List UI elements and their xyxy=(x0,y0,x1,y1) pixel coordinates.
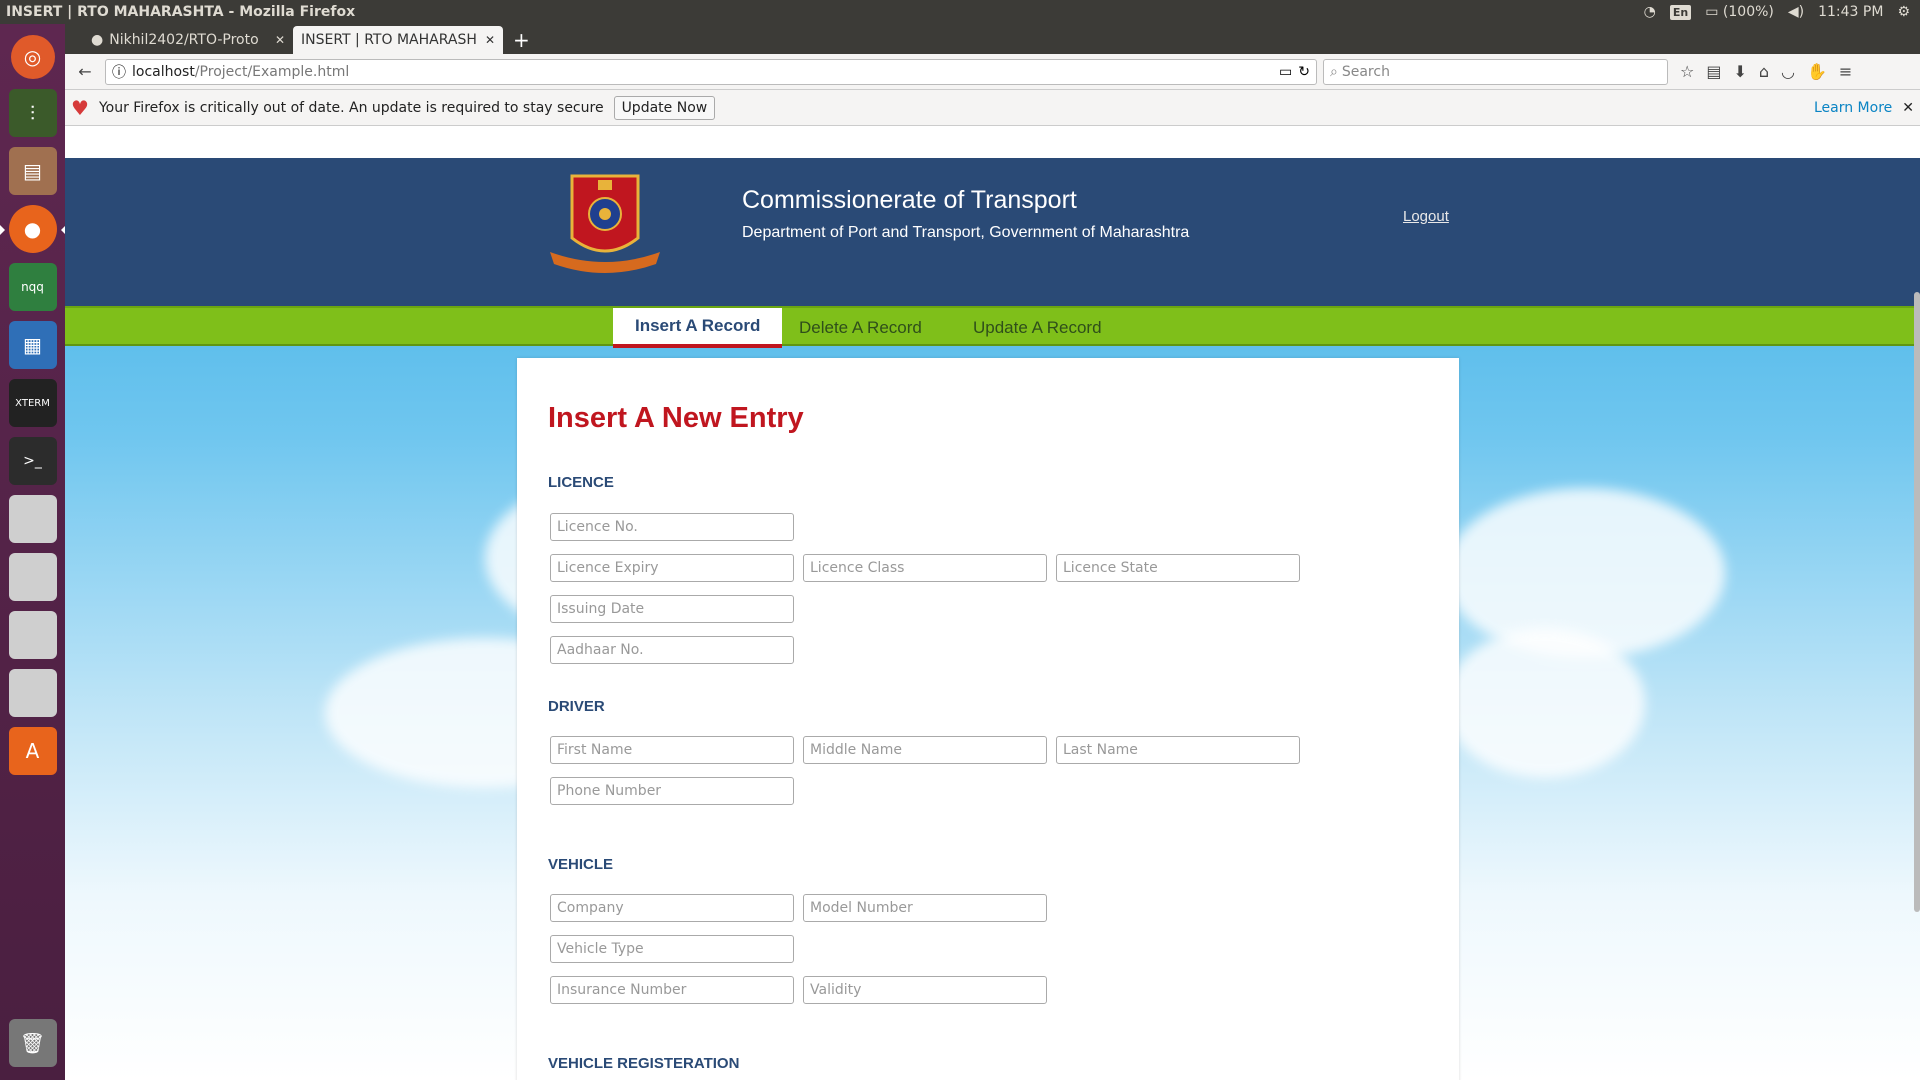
licence-class-input[interactable] xyxy=(803,554,1047,582)
bookmark-star-icon[interactable]: ☆ xyxy=(1680,62,1694,81)
drive-icon[interactable] xyxy=(8,495,57,543)
drive-icon[interactable] xyxy=(8,553,57,601)
toolbar-icons: ☆ ▤ ⬇ ⌂ ◡ ✋ ≡ xyxy=(1680,62,1852,81)
nav-toolbar: ← ⓘ localhost/Project/Example.html ▭ ↻ ⌕… xyxy=(65,54,1920,90)
section-driver: DRIVER xyxy=(548,698,605,715)
site-title: Commissionerate of Transport xyxy=(742,186,1077,214)
launcher: ◎ ⫶ ▤ ● nqq ▦ XTERM >_ A 🗑 xyxy=(0,24,66,1080)
site-nav: Insert A Record Delete A Record Update A… xyxy=(65,306,1920,348)
drive-icon[interactable] xyxy=(8,669,57,717)
issuing-date-input[interactable] xyxy=(550,595,794,623)
nav-delete-record[interactable]: Delete A Record xyxy=(777,308,944,348)
licence-expiry-input[interactable] xyxy=(550,554,794,582)
drive-icon[interactable] xyxy=(8,611,57,659)
back-arrow-icon[interactable]: ← xyxy=(71,58,99,86)
section-vehicle-registration: VEHICLE REGISTERATION xyxy=(548,1055,740,1072)
close-tab-icon[interactable]: ✕ xyxy=(275,33,285,47)
url-path: /Project/Example.html xyxy=(194,63,350,80)
nav-insert-record[interactable]: Insert A Record xyxy=(613,308,783,348)
heart-icon: ♥ xyxy=(71,95,89,120)
reader-view-icon[interactable]: ▭ xyxy=(1279,64,1292,80)
learn-more-link[interactable]: Learn More xyxy=(1814,100,1892,116)
form-title: Insert A New Entry xyxy=(548,402,804,434)
trash-icon[interactable]: 🗑 xyxy=(8,1019,57,1067)
validity-input[interactable] xyxy=(803,976,1047,1004)
page-viewport: Commissionerate of Transport Department … xyxy=(65,158,1920,1080)
new-tab-button[interactable]: + xyxy=(503,26,540,54)
search-placeholder: Search xyxy=(1341,63,1390,80)
url-host: localhost xyxy=(132,63,195,80)
search-box[interactable]: ⌕ Search xyxy=(1323,58,1668,85)
insurance-number-input[interactable] xyxy=(550,976,794,1004)
close-tab-icon[interactable]: ✕ xyxy=(485,33,495,47)
company-input[interactable] xyxy=(550,894,794,922)
ubuntu-dash-icon[interactable]: ◎ xyxy=(10,35,55,79)
library-icon[interactable]: ▤ xyxy=(1706,62,1721,81)
xterm-app-icon[interactable]: XTERM xyxy=(8,379,57,427)
home-icon[interactable]: ⌂ xyxy=(1759,62,1769,81)
writer-app-icon[interactable]: ▦ xyxy=(8,321,57,369)
url-bar[interactable]: ⓘ localhost/Project/Example.html ▭ ↻ xyxy=(105,58,1317,85)
tab-label: Nikhil2402/RTO-Proto xyxy=(109,32,259,48)
section-licence: LICENCE xyxy=(548,474,614,491)
licence-state-input[interactable] xyxy=(1056,554,1300,582)
update-notification-bar: ♥ Your Firefox is critically out of date… xyxy=(65,90,1920,126)
firefox-app-icon[interactable]: ● xyxy=(0,205,66,253)
site-header: Commissionerate of Transport Department … xyxy=(65,158,1920,306)
section-vehicle: VEHICLE xyxy=(548,856,614,873)
phone-number-input[interactable] xyxy=(550,777,794,805)
wifi-icon[interactable]: ◔ xyxy=(1644,4,1656,20)
settings-gear-icon[interactable]: ⚙ xyxy=(1897,4,1910,20)
extension-icon[interactable]: ✋ xyxy=(1807,62,1827,81)
tab-github[interactable]: ● Nikhil2402/RTO-Proto ✕ xyxy=(83,26,293,54)
vehicle-type-input[interactable] xyxy=(550,935,794,963)
first-name-input[interactable] xyxy=(550,736,794,764)
tab-label: INSERT | RTO MAHARASH xyxy=(301,32,477,48)
system-top-bar: INSERT | RTO MAHARASHTA - Mozilla Firefo… xyxy=(0,0,1920,24)
update-now-button[interactable]: Update Now xyxy=(613,95,716,120)
pocket-icon[interactable]: ◡ xyxy=(1781,62,1795,81)
github-icon: ● xyxy=(91,32,104,48)
terminal-app-icon[interactable]: >_ xyxy=(8,437,57,485)
middle-name-input[interactable] xyxy=(803,736,1047,764)
site-subtitle: Department of Port and Transport, Govern… xyxy=(742,224,1190,241)
battery-icon[interactable]: ▭ (100%) xyxy=(1705,4,1774,20)
rto-emblem-logo xyxy=(550,174,660,273)
cloud-decoration xyxy=(1445,488,1725,658)
insert-form-card: Insert A New Entry LICENCE DRIVER VEHICL… xyxy=(517,358,1459,1080)
cloud-decoration xyxy=(1445,628,1645,778)
battery-level: (100%) xyxy=(1722,4,1774,20)
reload-icon[interactable]: ↻ xyxy=(1298,64,1310,80)
page-scrollbar[interactable] xyxy=(1914,292,1920,912)
keyboard-layout-indicator[interactable]: En xyxy=(1669,4,1692,20)
model-number-input[interactable] xyxy=(803,894,1047,922)
tab-bar: ● Nikhil2402/RTO-Proto ✕ INSERT | RTO MA… xyxy=(65,24,1920,54)
licence-no-input[interactable] xyxy=(550,513,794,541)
downloads-icon[interactable]: ⬇ xyxy=(1733,62,1746,81)
files-app-icon[interactable]: ▤ xyxy=(8,147,57,195)
mixer-app-icon[interactable]: ⫶ xyxy=(8,89,57,137)
window-title: INSERT | RTO MAHARASHTA - Mozilla Firefo… xyxy=(6,4,356,20)
nqq-app-icon[interactable]: nqq xyxy=(8,263,57,311)
tab-insert[interactable]: INSERT | RTO MAHARASH ✕ xyxy=(293,26,503,54)
aadhaar-no-input[interactable] xyxy=(550,636,794,664)
nav-update-record[interactable]: Update A Record xyxy=(951,308,1124,348)
search-icon: ⌕ xyxy=(1330,63,1338,80)
volume-icon[interactable]: ◀) xyxy=(1788,4,1804,20)
firefox-window: ● Nikhil2402/RTO-Proto ✕ INSERT | RTO MA… xyxy=(65,24,1920,1080)
close-icon[interactable]: ✕ xyxy=(1902,100,1914,116)
notification-text: Your Firefox is critically out of date. … xyxy=(98,99,604,116)
info-icon[interactable]: ⓘ xyxy=(112,62,126,82)
hamburger-menu-icon[interactable]: ≡ xyxy=(1839,62,1852,81)
software-center-icon[interactable]: A xyxy=(8,727,57,775)
logout-link[interactable]: Logout xyxy=(1403,208,1449,225)
last-name-input[interactable] xyxy=(1056,736,1300,764)
clock[interactable]: 11:43 PM xyxy=(1818,4,1883,20)
